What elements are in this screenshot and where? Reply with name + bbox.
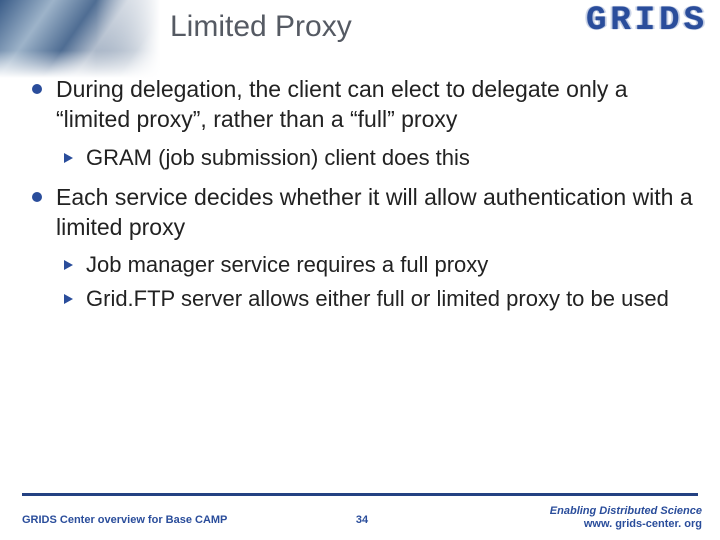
sub-bullet-text: Grid.FTP server allows either full or li…: [86, 286, 669, 311]
sub-bullet-list: Job manager service requires a full prox…: [56, 250, 702, 312]
grids-logo: GRIDS: [586, 2, 708, 40]
bullet-item: During delegation, the client can elect …: [26, 74, 702, 172]
sub-bullet-item: Grid.FTP server allows either full or li…: [56, 284, 702, 313]
sub-bullet-list: GRAM (job submission) client does this: [56, 143, 702, 172]
slide-body: During delegation, the client can elect …: [26, 74, 702, 323]
footer-tagline: Enabling Distributed Science: [550, 505, 702, 519]
sub-bullet-item: Job manager service requires a full prox…: [56, 250, 702, 279]
sub-bullet-item: GRAM (job submission) client does this: [56, 143, 702, 172]
sub-bullet-text: GRAM (job submission) client does this: [86, 145, 470, 170]
bullet-text: During delegation, the client can elect …: [56, 76, 628, 132]
footer-url: www. grids-center. org: [550, 518, 702, 532]
slide-title: Limited Proxy: [170, 10, 352, 44]
footer-right: Enabling Distributed Science www. grids-…: [550, 505, 702, 533]
bullet-item: Each service decides whether it will all…: [26, 182, 702, 313]
bullet-list: During delegation, the client can elect …: [26, 74, 702, 313]
sub-bullet-text: Job manager service requires a full prox…: [86, 252, 488, 277]
bullet-text: Each service decides whether it will all…: [56, 184, 693, 240]
slide: Limited Proxy GRIDS During delegation, t…: [0, 0, 720, 540]
header-decoration-image: [0, 0, 160, 78]
footer-divider: [22, 493, 698, 496]
footer: GRIDS Center overview for Base CAMP 34 E…: [22, 500, 702, 534]
